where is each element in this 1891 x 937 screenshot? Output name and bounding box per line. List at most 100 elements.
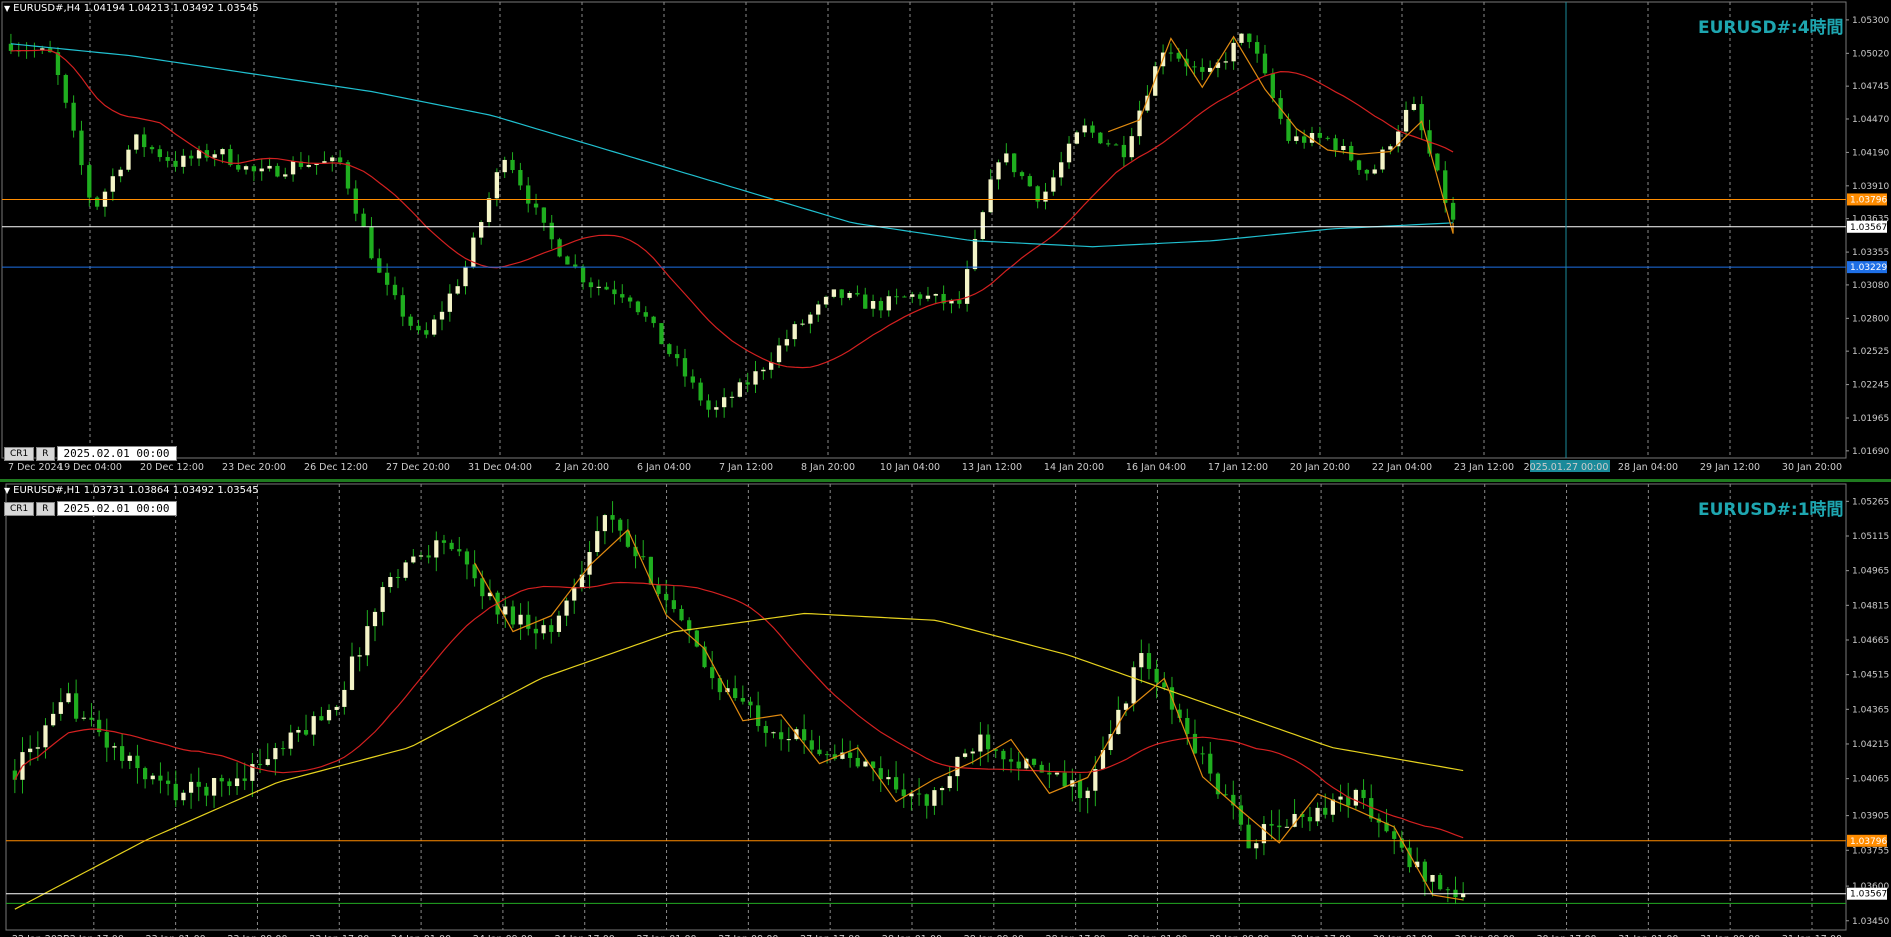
candle-body (839, 289, 844, 298)
candle-body (784, 339, 790, 346)
candle-body (63, 75, 68, 103)
candle-body (1016, 761, 1021, 769)
candle-body (664, 593, 669, 601)
candle-body (463, 266, 468, 287)
candle-body (1392, 831, 1397, 839)
candle-body (1223, 61, 1228, 63)
candle-body (902, 296, 907, 298)
h4-datetime-field[interactable]: 2025.02.01 00:00 (56, 446, 177, 461)
candle-body (12, 770, 17, 780)
candle-body (196, 781, 201, 787)
candle-body (265, 759, 270, 765)
candle-body (1325, 137, 1330, 139)
candle-body (1238, 805, 1244, 825)
time-axis-label: 7 Jan 12:00 (719, 462, 773, 473)
candle-body (855, 757, 860, 767)
candle-body (901, 789, 906, 797)
candle-body (58, 702, 63, 714)
candle-body (1139, 653, 1144, 668)
candle-body (572, 587, 577, 601)
candle-body (411, 556, 416, 563)
candle-body (418, 555, 424, 557)
candle-body (510, 159, 515, 171)
candle-body (439, 311, 445, 320)
candle-body (690, 376, 695, 383)
candle-body (365, 626, 370, 656)
candle-body (211, 778, 217, 796)
price-axis-label: 1.04965 (1852, 567, 1889, 577)
candle-body (1356, 160, 1362, 170)
time-axis-label: 23 Dec 20:00 (222, 462, 286, 473)
candle-body (620, 294, 625, 298)
h1-chart-panel[interactable]: 22 Jan 202522 Jan 17:0023 Jan 01:0023 Ja… (0, 482, 1891, 937)
h1-chart-canvas[interactable]: 22 Jan 202522 Jan 17:0023 Jan 01:0023 Ja… (0, 482, 1891, 937)
candle-body (303, 730, 309, 735)
candle-body (518, 170, 523, 186)
candle-body (1090, 125, 1095, 133)
candle-body (980, 212, 985, 239)
time-axis-label: 6 Jan 04:00 (637, 462, 691, 473)
candle-body (1372, 169, 1377, 174)
candle-body (8, 43, 14, 51)
collapse-triangle-icon[interactable]: ▼ (4, 4, 10, 13)
candle-body (424, 330, 429, 335)
candle-body (1185, 717, 1190, 734)
zigzag-line (474, 528, 1464, 901)
candle-body (698, 382, 703, 401)
h1-datetime-field[interactable]: 2025.02.01 00:00 (56, 501, 177, 516)
candle-body (756, 705, 761, 727)
candle-body (1438, 875, 1443, 890)
candle-body (1106, 143, 1111, 145)
candle-body (189, 155, 194, 159)
candle-body (1353, 789, 1358, 806)
candle-body (863, 761, 868, 767)
candle-body (1085, 790, 1090, 799)
h1-symbol-header: ▼ EURUSD#,H1 1.03731 1.03864 1.03492 1.03… (4, 485, 259, 496)
candle-body (612, 289, 617, 295)
candle-body (372, 611, 378, 627)
candle-body (1131, 667, 1136, 704)
candle-body (395, 577, 401, 579)
collapse-triangle-icon[interactable]: ▼ (4, 486, 10, 495)
price-axis-label: 1.02800 (1852, 314, 1889, 324)
candle-body (1168, 52, 1174, 54)
candle-body (1246, 824, 1251, 849)
candle-body (656, 584, 661, 594)
candle-body (970, 751, 975, 754)
price-axis-label: 1.03910 (1852, 182, 1889, 192)
price-level-tag-text: 1.03567 (1850, 223, 1887, 233)
candle-body (779, 732, 784, 740)
price-axis-label: 1.04665 (1852, 636, 1889, 646)
candle-body (275, 165, 280, 177)
h4-chart-canvas[interactable]: 7 Dec 202419 Dec 04:00 20 Dec 12:00 23 Dec… (0, 0, 1891, 482)
candle-body (823, 296, 829, 305)
candle-body (1254, 843, 1259, 849)
h4-r-button[interactable]: R (36, 446, 55, 461)
candle-body (863, 294, 868, 309)
candle-body (74, 693, 79, 719)
plot-frame (5, 483, 1847, 931)
candle-body (957, 299, 962, 304)
h4-cr1-button[interactable]: CR1 (4, 446, 35, 461)
candle-body (549, 625, 554, 632)
h1-r-button[interactable]: R (36, 501, 55, 516)
ma-slow-line (14, 612, 1464, 910)
candle-body (43, 725, 48, 748)
candle-body (1008, 759, 1014, 762)
h4-chart-panel[interactable]: 7 Dec 2024 19 Dec 04:00 20 Dec 12:00 23 Dec… (0, 0, 1891, 482)
candle-body (142, 134, 147, 148)
candle-body (118, 169, 123, 177)
candle-body (947, 776, 952, 789)
price-axis-label: 1.01690 (1852, 447, 1889, 457)
candle-body (1323, 807, 1328, 815)
candle-body (165, 780, 171, 784)
candle-body (588, 282, 594, 288)
candle-body (526, 185, 531, 204)
candle-body (79, 130, 84, 166)
candle-body (1200, 67, 1205, 72)
price-axis-label: 1.03450 (1852, 917, 1889, 927)
candle-body (173, 160, 178, 167)
candle-body (596, 286, 601, 288)
candle-body (342, 689, 347, 707)
h1-cr1-button[interactable]: CR1 (4, 501, 35, 516)
